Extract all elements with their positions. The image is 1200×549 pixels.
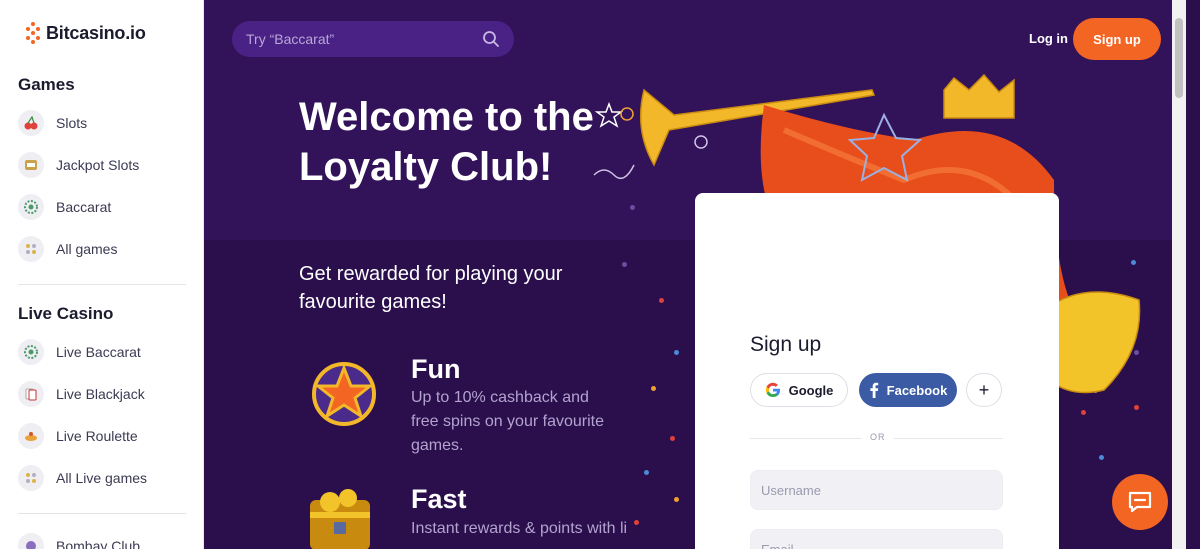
sidebar-item-all-games[interactable]: All games [18, 234, 117, 264]
brand-logo[interactable]: Bitcasino.io [26, 22, 146, 44]
google-signup-button[interactable]: Google [750, 373, 848, 407]
sidebar-item-jackpot-slots[interactable]: Jackpot Slots [18, 150, 139, 180]
facebook-label: Facebook [886, 382, 948, 398]
sidebar-item-live-roulette[interactable]: Live Roulette [18, 421, 138, 451]
sidebar-item-label: Live Baccarat [56, 344, 141, 360]
facebook-signup-button[interactable]: Facebook [859, 373, 957, 407]
or-separator: OR [862, 432, 894, 442]
feature-description: Up to 10% cashback and free spins on you… [411, 389, 604, 454]
club-icon [18, 533, 44, 549]
hero-title: Welcome to the Loyalty Club! [299, 95, 594, 189]
star-medal-icon [312, 362, 376, 426]
baccarat-icon [18, 194, 44, 220]
chat-button[interactable] [1112, 474, 1168, 530]
sidebar-item-live-blackjack[interactable]: Live Blackjack [18, 379, 145, 409]
cards-icon [18, 381, 44, 407]
feature-title: Fun [411, 354, 461, 384]
section-title-games: Games [18, 75, 75, 94]
feature-description: Instant rewards & points with li [411, 520, 628, 537]
sidebar-item-label: Live Roulette [56, 428, 138, 444]
signup-card: Sign up Google Facebook + OR [695, 193, 1059, 549]
baccarat-icon [18, 339, 44, 365]
grid-icon [18, 236, 44, 262]
scrollbar[interactable] [1172, 0, 1186, 549]
sidebar-item-slots[interactable]: Slots [18, 108, 87, 138]
email-field[interactable] [750, 529, 1003, 549]
more-options-button[interactable]: + [966, 373, 1002, 407]
signup-button[interactable]: Sign up [1073, 18, 1161, 60]
login-link[interactable]: Log in [1029, 31, 1068, 46]
search-input[interactable]: Try “Baccarat” [246, 31, 482, 47]
feature-title: Fast [411, 484, 467, 514]
search-bar[interactable]: Try “Baccarat” [232, 21, 514, 57]
signup-card-title: Sign up [750, 333, 822, 356]
logo-icon [26, 22, 40, 44]
sidebar-item-label: Slots [56, 115, 88, 131]
divider [18, 513, 186, 514]
sidebar: Bitcasino.io Games Slots Jackpot Slots B… [0, 0, 204, 549]
sidebar-item-label: Baccarat [56, 199, 112, 215]
sidebar-item-all-live-games[interactable]: All Live games [18, 463, 147, 493]
treasure-chest-icon [310, 489, 370, 549]
sidebar-item-label: Bombay Club [56, 538, 141, 549]
search-icon[interactable] [482, 30, 500, 48]
sidebar-item-bombay-club[interactable]: Bombay Club [18, 531, 140, 549]
username-field[interactable] [750, 470, 1003, 510]
section-title-live-casino: Live Casino [18, 304, 114, 323]
jackpot-icon [18, 152, 44, 178]
hero-subtitle: Get rewarded for playing your favourite … [299, 263, 563, 313]
brand-name: Bitcasino.io [46, 22, 146, 43]
divider [18, 284, 186, 285]
roulette-icon [18, 423, 44, 449]
main-content: Try “Baccarat” Log in Sign up Welcome to… [204, 0, 1186, 549]
sidebar-item-baccarat[interactable]: Baccarat [18, 192, 111, 222]
sidebar-item-label: All Live games [56, 470, 148, 486]
sidebar-item-label: Jackpot Slots [56, 157, 140, 173]
sidebar-item-label: Live Blackjack [56, 386, 145, 402]
sidebar-item-live-baccarat[interactable]: Live Baccarat [18, 337, 141, 367]
facebook-icon [870, 382, 878, 398]
grid-icon [18, 465, 44, 491]
google-label: Google [788, 382, 834, 398]
scrollbar-thumb[interactable] [1175, 18, 1183, 98]
google-icon [765, 382, 780, 398]
sidebar-item-label: All games [56, 241, 118, 257]
chat-icon [1128, 491, 1152, 513]
cherry-icon [18, 110, 44, 136]
